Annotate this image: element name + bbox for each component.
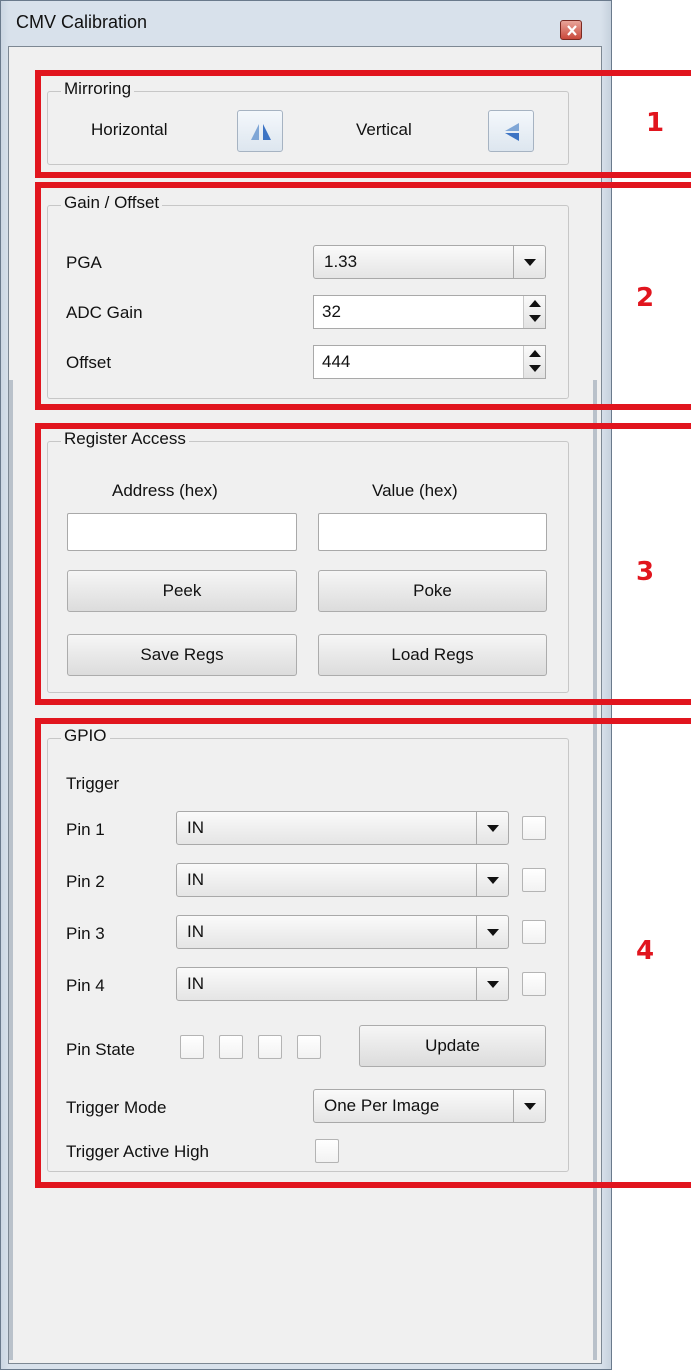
annotation-number-2: 2: [636, 283, 655, 313]
left-border: [9, 380, 13, 1360]
annotation-number-3: 3: [636, 557, 655, 587]
annotation-number-1: 1: [646, 108, 665, 138]
annotation-box-2: [35, 182, 691, 410]
annotation-box-1: [35, 70, 691, 178]
close-button[interactable]: [560, 20, 582, 40]
annotation-number-4: 4: [636, 936, 655, 966]
title-bar[interactable]: CMV Calibration: [2, 2, 610, 46]
close-icon: [567, 25, 577, 36]
annotation-box-3: [35, 423, 691, 705]
window-title: CMV Calibration: [16, 12, 148, 32]
annotation-box-4: [35, 718, 691, 1188]
